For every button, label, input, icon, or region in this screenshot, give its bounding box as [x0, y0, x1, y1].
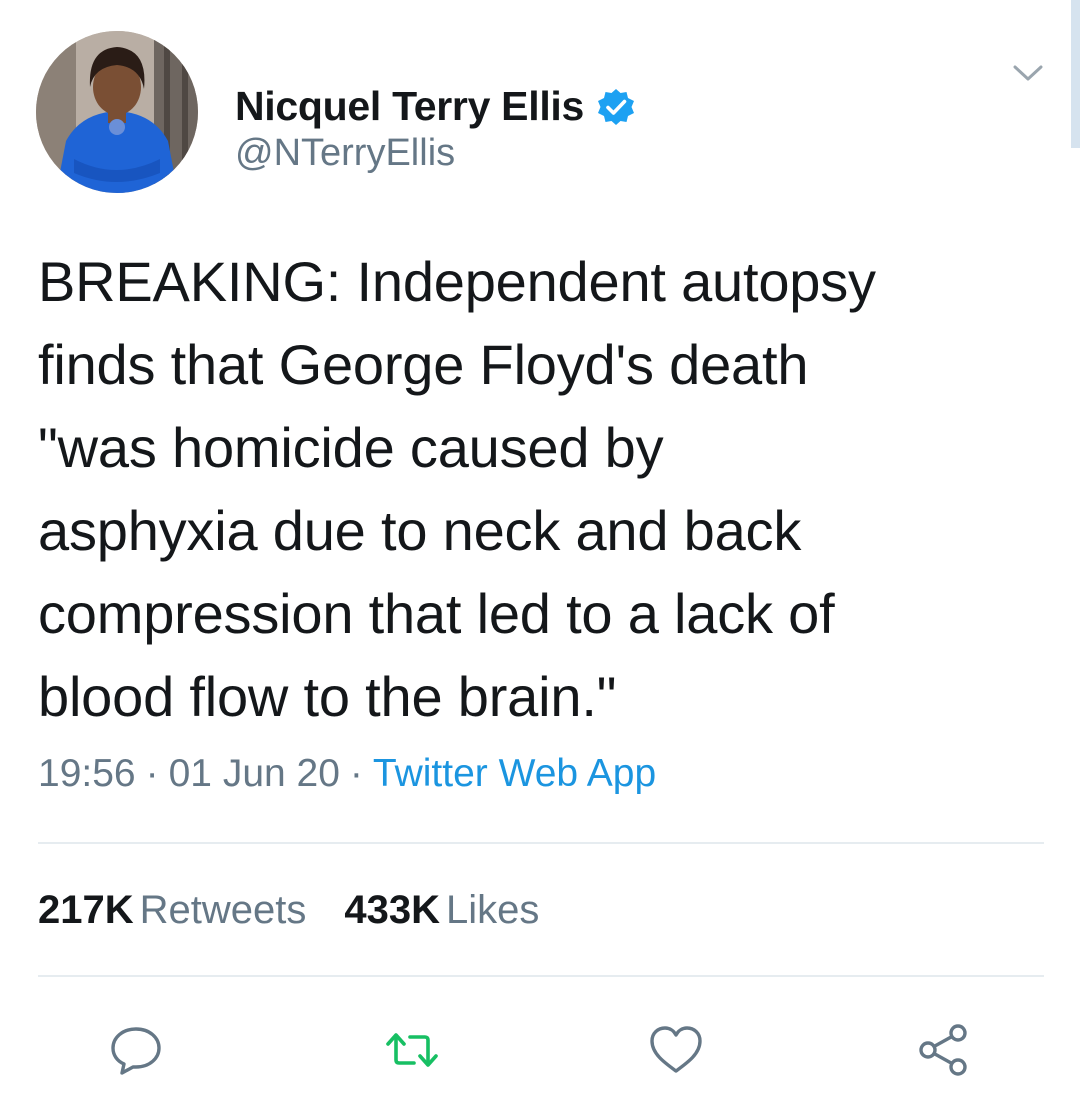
retweets-count: 217K: [38, 888, 134, 932]
name-row: Nicquel Terry Ellis: [235, 83, 636, 130]
retweets-stat[interactable]: 217K Retweets: [38, 888, 306, 933]
likes-count: 433K: [344, 888, 440, 932]
tweet-header: Nicquel Terry Ellis @NTerryEllis: [36, 31, 996, 196]
share-icon: [919, 1024, 967, 1076]
like-button[interactable]: [646, 1020, 706, 1080]
retweet-button[interactable]: [382, 1020, 442, 1080]
reply-icon: [111, 1027, 161, 1075]
tweet-meta: 19:56 · 01 Jun 20 · Twitter Web App: [38, 752, 656, 796]
tweet-source[interactable]: Twitter Web App: [373, 752, 656, 796]
heart-icon: [650, 1026, 702, 1073]
verified-badge-icon: [598, 88, 635, 125]
user-handle[interactable]: @NTerryEllis: [235, 132, 455, 175]
scrollbar[interactable]: [1071, 0, 1080, 148]
retweet-icon: [386, 1033, 438, 1067]
reply-button[interactable]: [106, 1020, 166, 1080]
meta-separator: ·: [145, 752, 159, 795]
retweets-label: Retweets: [139, 888, 307, 932]
tweet-date[interactable]: 01 Jun 20: [169, 752, 340, 796]
chevron-down-icon[interactable]: [1010, 58, 1046, 88]
display-name[interactable]: Nicquel Terry Ellis: [235, 83, 584, 130]
tweet-text: BREAKING: Independent autopsy finds that…: [38, 250, 876, 728]
divider: [38, 842, 1044, 844]
likes-label: Likes: [446, 888, 540, 932]
tweet-time[interactable]: 19:56: [38, 752, 136, 796]
avatar[interactable]: [36, 31, 198, 193]
meta-separator: ·: [349, 752, 363, 795]
divider: [38, 975, 1044, 977]
likes-stat[interactable]: 433K Likes: [344, 888, 539, 933]
tweet-stats: 217K Retweets 433K Likes: [38, 888, 577, 933]
profile-photo-icon: [36, 31, 198, 193]
share-button[interactable]: [914, 1020, 974, 1080]
